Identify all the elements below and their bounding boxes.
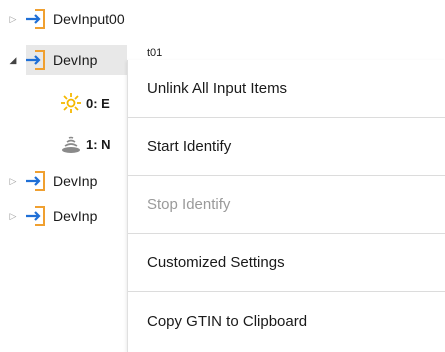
collapse-arrow-icon[interactable]: ◢ xyxy=(6,55,20,66)
device-input-icon xyxy=(26,171,45,191)
tree-item-label: DevInput00 xyxy=(53,11,125,27)
menu-item-unlink-all[interactable]: Unlink All Input Items xyxy=(128,60,445,118)
tree-child-label: 1: N xyxy=(86,136,111,152)
expand-arrow-icon[interactable]: ▷ xyxy=(6,14,20,25)
expand-arrow-icon[interactable]: ▷ xyxy=(6,211,20,222)
tree-child-led[interactable]: 0: E xyxy=(60,88,127,118)
device-input-icon xyxy=(26,206,45,226)
tree-item-devinput01-content[interactable]: ◢ DevInp xyxy=(0,45,127,75)
menu-item-stop-identify: Stop Identify xyxy=(128,176,445,234)
tree-item-devinput03[interactable]: ▷ DevInp xyxy=(0,201,127,231)
expand-arrow-icon[interactable]: ▷ xyxy=(6,176,20,187)
tree-item-label: DevInp xyxy=(53,173,98,189)
tree-item-devinput02[interactable]: ▷ DevInp xyxy=(0,166,127,196)
tree-item-label: DevInp xyxy=(53,208,98,224)
context-menu: Unlink All Input Items Start Identify St… xyxy=(127,60,445,352)
menu-item-customized-settings[interactable]: Customized Settings xyxy=(128,234,445,292)
menu-item-copy-gtin[interactable]: Copy GTIN to Clipboard xyxy=(128,292,445,350)
led-sun-icon xyxy=(61,93,81,113)
rfid-signal-icon xyxy=(62,136,80,153)
tree-item-devinput00[interactable]: ▷ DevInput00 xyxy=(0,4,445,34)
tree-item-label: DevInp xyxy=(53,52,98,68)
tree-child-rfid[interactable]: 1: N xyxy=(60,129,127,159)
menu-item-start-identify[interactable]: Start Identify xyxy=(128,118,445,176)
device-input-icon xyxy=(26,9,45,29)
tree-item-label-tail: t01 xyxy=(147,47,163,59)
tree-child-label: 0: E xyxy=(86,95,110,111)
device-input-icon xyxy=(26,50,45,70)
